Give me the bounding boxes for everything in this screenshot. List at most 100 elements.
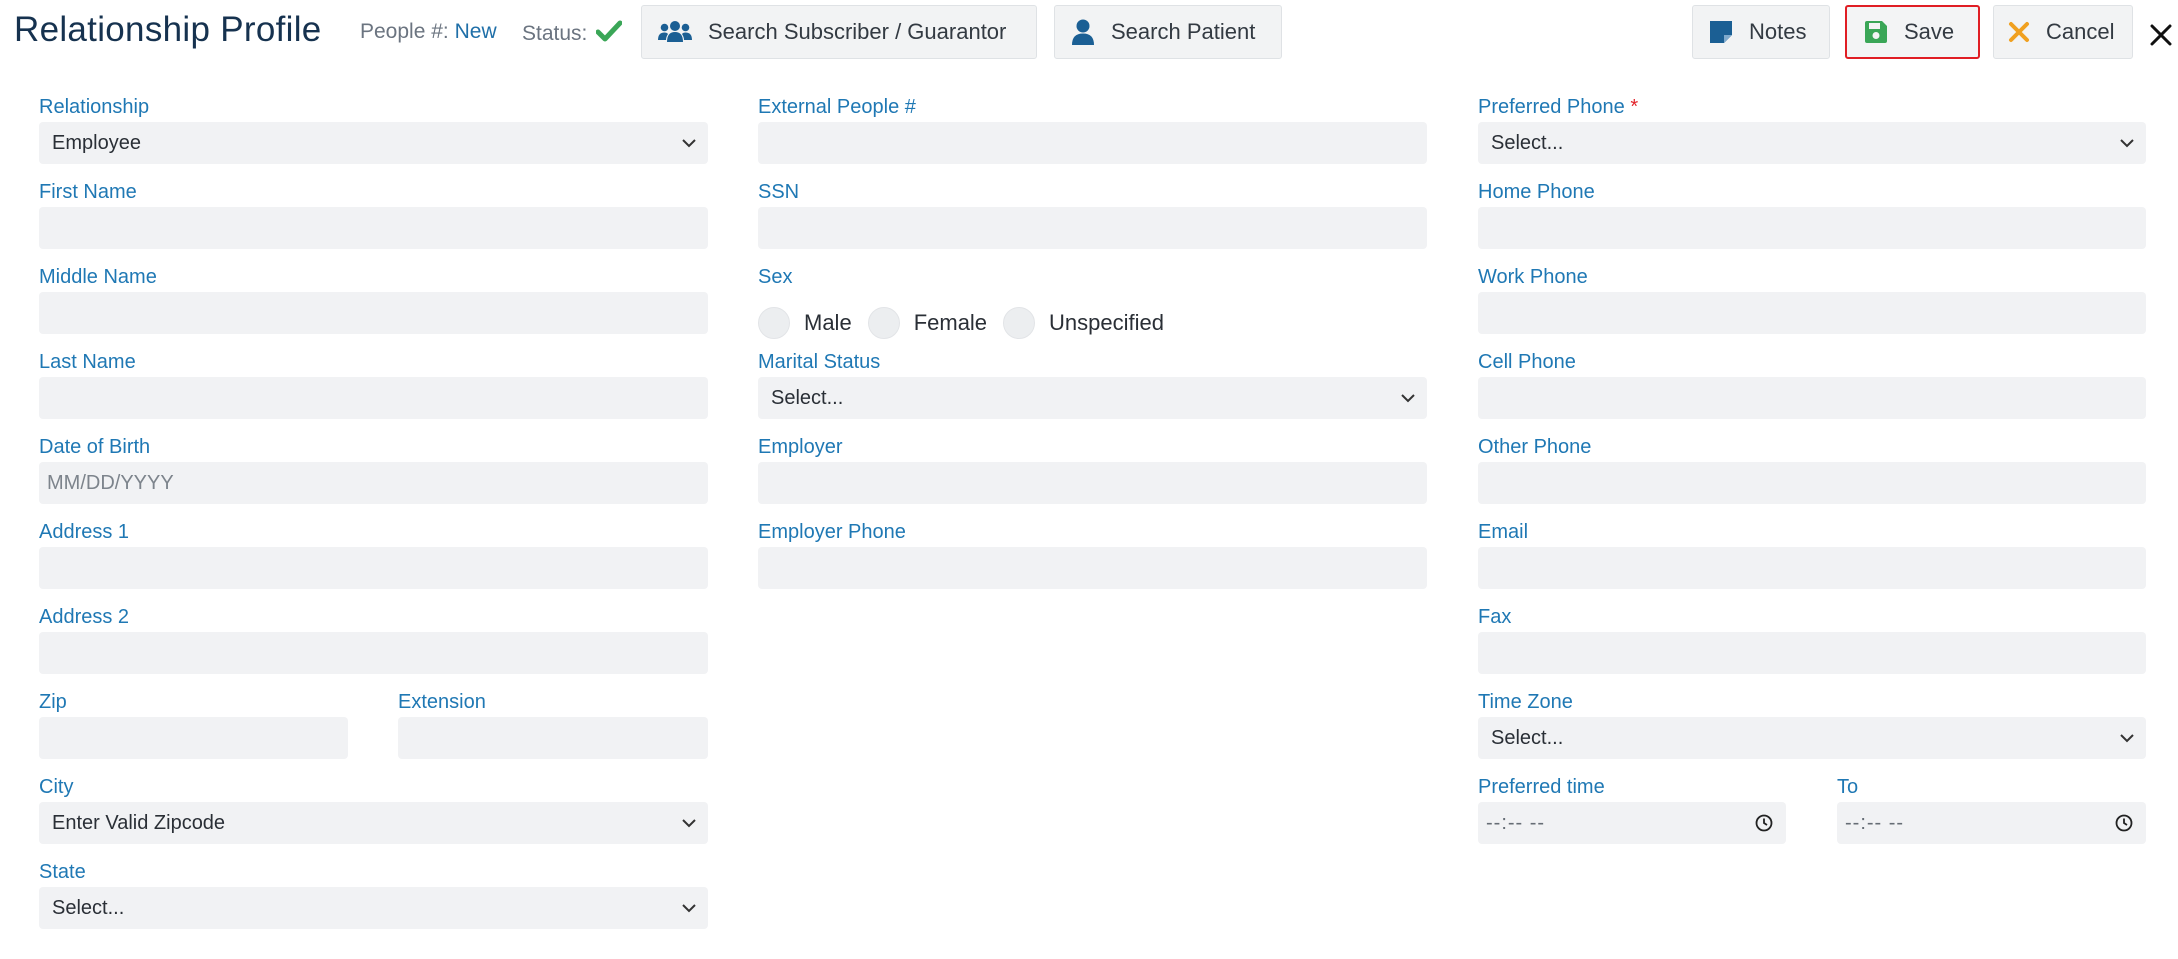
fax-label: Fax [1478, 606, 1512, 628]
other-phone-field[interactable] [1478, 462, 2146, 504]
chevron-down-icon [1401, 394, 1415, 403]
email-input[interactable] [1478, 547, 2146, 589]
address1-input[interactable] [39, 547, 708, 589]
radio-circle[interactable] [758, 307, 790, 339]
relationship-label: Relationship [39, 96, 150, 118]
work-phone-field[interactable] [1478, 292, 2146, 334]
employer-phone-field[interactable] [758, 547, 1427, 589]
city-label: City [39, 776, 74, 798]
work-phone-input[interactable] [1478, 292, 2146, 334]
sex-unspecified-label: Unspecified [1049, 310, 1164, 335]
home-phone-field[interactable] [1478, 207, 2146, 249]
search-patient-label: Search Patient [1111, 19, 1256, 44]
home-phone-input[interactable] [1478, 207, 2146, 249]
zip-label: Zip [39, 691, 67, 713]
address2-field[interactable] [39, 632, 708, 674]
preferred-phone-select[interactable]: Select... [1478, 122, 2146, 164]
last-name-field[interactable] [39, 377, 708, 419]
notes-button[interactable]: Notes [1692, 5, 1830, 59]
time-zone-label: Time Zone [1478, 691, 1573, 713]
first-name-field[interactable] [39, 207, 708, 249]
users-icon [658, 20, 692, 44]
close-icon[interactable] [2148, 18, 2174, 48]
other-phone-label: Other Phone [1478, 436, 1592, 458]
extension-input[interactable] [398, 717, 708, 759]
middle-name-input[interactable] [39, 292, 708, 334]
radio-circle[interactable] [867, 307, 900, 339]
sex-radio-group: Male Female Unspecified [758, 306, 1180, 340]
state-select[interactable]: Select... [39, 887, 708, 929]
last-name-input[interactable] [39, 377, 708, 419]
cell-phone-field[interactable] [1478, 377, 2146, 419]
other-phone-input[interactable] [1478, 462, 2146, 504]
employer-phone-label: Employer Phone [758, 521, 906, 543]
radio-circle[interactable] [1003, 307, 1036, 339]
relationship-select[interactable]: Employee [39, 122, 708, 164]
first-name-input[interactable] [39, 207, 708, 249]
chevron-down-icon [682, 139, 696, 148]
middle-name-label: Middle Name [39, 266, 157, 288]
state-label: State [39, 861, 86, 883]
sex-unspecified-radio[interactable]: Unspecified [1003, 307, 1164, 339]
page-title: Relationship Profile [14, 10, 322, 49]
city-select[interactable]: Enter Valid Zipcode [39, 802, 708, 844]
fax-field[interactable] [1478, 632, 2146, 674]
zip-field[interactable] [39, 717, 348, 759]
people-number-label: People #: [360, 20, 449, 43]
cancel-button[interactable]: Cancel [1993, 5, 2133, 59]
time-zone-select[interactable]: Select... [1478, 717, 2146, 759]
search-subscriber-guarantor-button[interactable]: Search Subscriber / Guarantor [641, 5, 1037, 59]
sticky-note-icon [1709, 20, 1733, 44]
chevron-down-icon [682, 819, 696, 828]
status-indicator: Status: [522, 20, 623, 46]
address2-input[interactable] [39, 632, 708, 674]
people-number: People #: New [360, 20, 497, 44]
marital-status-select[interactable]: Select... [758, 377, 1427, 419]
cancel-icon [2008, 21, 2030, 43]
cell-phone-input[interactable] [1478, 377, 2146, 419]
zip-input[interactable] [39, 717, 348, 759]
required-marker: * [1630, 96, 1639, 118]
ssn-label: SSN [758, 181, 800, 203]
marital-status-value: Select... [771, 387, 844, 409]
last-name-label: Last Name [39, 351, 136, 373]
check-icon [596, 20, 623, 42]
sex-female-radio[interactable]: Female [867, 307, 988, 339]
email-label: Email [1478, 521, 1529, 543]
address1-label: Address 1 [39, 521, 130, 543]
marital-status-label: Marital Status [758, 351, 881, 373]
clock-icon[interactable] [2115, 814, 2133, 832]
fax-input[interactable] [1478, 632, 2146, 674]
clock-icon[interactable] [1755, 814, 1773, 832]
to-time-label: To [1837, 776, 1859, 798]
first-name-label: First Name [39, 181, 137, 203]
ssn-field[interactable] [758, 207, 1427, 249]
date-of-birth-field[interactable] [39, 462, 708, 504]
extension-label: Extension [398, 691, 486, 713]
extension-field[interactable] [398, 717, 708, 759]
sex-male-radio[interactable]: Male [758, 307, 852, 339]
external-people-input[interactable] [758, 122, 1427, 164]
preferred-time-field[interactable]: --:-- -- [1478, 802, 1786, 844]
search-patient-button[interactable]: Search Patient [1054, 5, 1282, 59]
relationship-value: Employee [52, 132, 141, 154]
middle-name-field[interactable] [39, 292, 708, 334]
home-phone-label: Home Phone [1478, 181, 1595, 203]
employer-field[interactable] [758, 462, 1427, 504]
employer-phone-input[interactable] [758, 547, 1427, 589]
save-label: Save [1904, 19, 1955, 44]
chevron-down-icon [2120, 734, 2134, 743]
preferred-phone-label-text: Preferred Phone [1478, 96, 1625, 118]
sex-female-label: Female [913, 310, 988, 335]
external-people-field[interactable] [758, 122, 1427, 164]
notes-label: Notes [1749, 19, 1807, 44]
cancel-label: Cancel [2046, 19, 2115, 44]
employer-input[interactable] [758, 462, 1427, 504]
people-number-value: New [454, 20, 497, 43]
address1-field[interactable] [39, 547, 708, 589]
ssn-input[interactable] [758, 207, 1427, 249]
date-of-birth-input[interactable] [39, 462, 708, 504]
email-field[interactable] [1478, 547, 2146, 589]
to-time-field[interactable]: --:-- -- [1837, 802, 2146, 844]
save-button[interactable]: Save [1845, 5, 1980, 59]
